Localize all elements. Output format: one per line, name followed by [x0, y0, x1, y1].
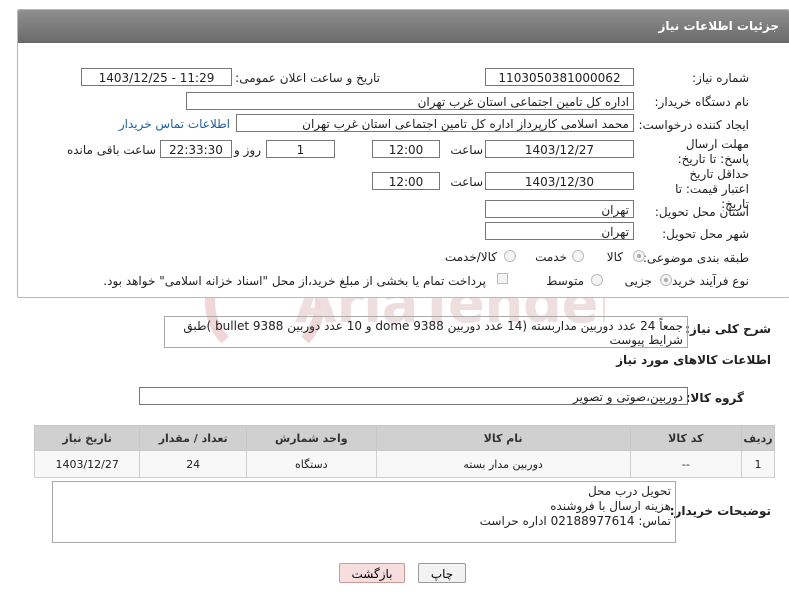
cell-qty: 24: [139, 450, 248, 478]
print-button[interactable]: چاپ: [418, 563, 466, 583]
remaining-label: ساعت باقی مانده: [66, 143, 156, 157]
goods-group-label: گروه کالا:: [685, 391, 744, 405]
process-radio-partial[interactable]: [660, 274, 672, 286]
city-field: تهران: [485, 222, 634, 240]
cell-date: 1403/12/27: [33, 450, 141, 478]
buyer-note-line: تماس: 02188977614 اداره حراست: [479, 514, 671, 528]
deadline-label: مهلت ارسال پاسخ: تا تاریخ:: [677, 137, 749, 166]
category-option-goods-service: کالا/خدمت: [444, 250, 497, 264]
validity-time-label: ساعت: [450, 175, 483, 189]
buyer-notes-label: توضیحات خریدار:: [669, 504, 771, 518]
cell-unit: دستگاه: [246, 450, 377, 478]
back-button[interactable]: بازگشت: [339, 563, 405, 583]
buyer-contact-link[interactable]: اطلاعات تماس خریدار: [119, 117, 230, 131]
validity-time-field: 12:00: [372, 172, 440, 190]
category-label: طبقه بندی موضوعی:: [642, 251, 749, 265]
province-field: تهران: [485, 200, 634, 218]
process-radio-medium[interactable]: [591, 274, 603, 286]
col-code: کد کالا: [629, 425, 743, 451]
process-label: نوع فرآیند خرید :: [664, 274, 749, 288]
col-unit: واحد شمارش: [246, 425, 377, 451]
goods-table: ردیف کد کالا نام کالا واحد شمارش تعداد /…: [33, 425, 775, 478]
buyer-org-field: اداره کل تامین اجتماعی استان غرب تهران: [186, 92, 634, 110]
goods-table-header: ردیف کد کالا نام کالا واحد شمارش تعداد /…: [33, 425, 775, 451]
treasury-payment-checkbox[interactable]: [497, 273, 508, 284]
buyer-note-line: هزینه ارسال با فروشنده: [550, 499, 671, 513]
category-option-goods: کالا: [606, 250, 623, 264]
category-radio-goods-service[interactable]: [504, 250, 516, 262]
panel-title: جزئیات اطلاعات نیاز: [658, 19, 779, 33]
deadline-time-label: ساعت: [450, 143, 483, 157]
deadline-date-field: 1403/12/27: [485, 140, 634, 158]
description-label: شرح کلی نیاز:: [685, 322, 771, 336]
creator-label: ایجاد کننده درخواست:: [638, 118, 749, 132]
goods-section-title: اطلاعات کالاهای مورد نیاز: [616, 353, 771, 367]
treasury-payment-note: پرداخت تمام یا بخشی از مبلغ خرید،از محل …: [103, 274, 486, 288]
days-field: 1: [266, 140, 335, 158]
category-option-service: خدمت: [535, 250, 567, 264]
validity-date-field: 1403/12/30: [485, 172, 634, 190]
announce-field: 1403/12/25 - 11:29: [81, 68, 232, 86]
days-label: روز و: [234, 143, 261, 157]
cell-code: --: [629, 450, 743, 478]
buyer-note-line: تحویل درب محل: [587, 484, 671, 498]
goods-group-field: دوربین،صوتی و تصویر: [139, 387, 688, 405]
remaining-time-field: 22:33:30: [160, 140, 232, 158]
description-textarea[interactable]: جمعاً 24 عدد دوربین مداربسته (14 عدد دور…: [164, 316, 688, 348]
cell-row: 1: [741, 450, 775, 478]
category-radio-service[interactable]: [572, 250, 584, 262]
buyer-org-label: نام دستگاه خریدار:: [654, 95, 750, 109]
col-row: ردیف: [741, 425, 775, 451]
province-label: استان محل تحویل:: [654, 205, 749, 219]
category-radio-goods[interactable]: [633, 250, 645, 262]
buyer-notes-textarea[interactable]: تحویل درب محل هزینه ارسال با فروشنده تما…: [52, 481, 676, 543]
creator-field: محمد اسلامی کارپرداز اداره کل تامین اجتم…: [236, 114, 634, 132]
deadline-time-field: 12:00: [372, 140, 440, 158]
need-number-label: شماره نیاز:: [692, 71, 749, 85]
need-number-field: 1103050381000062: [485, 68, 634, 86]
process-option-partial: جزیی: [624, 274, 652, 288]
city-label: شهر محل تحویل:: [662, 227, 749, 241]
process-option-medium: متوسط: [546, 274, 584, 288]
col-qty: تعداد / مقدار: [139, 425, 248, 451]
table-row: 1 -- دوربین مدار بسته دستگاه 24 1403/12/…: [33, 450, 775, 478]
col-name: نام کالا: [375, 425, 631, 451]
panel-header: جزئیات اطلاعات نیاز: [18, 10, 789, 43]
cell-name: دوربین مدار بسته: [375, 450, 631, 478]
announce-label: تاریخ و ساعت اعلان عمومی:: [235, 71, 380, 85]
col-date: تاریخ نیاز: [33, 425, 141, 451]
